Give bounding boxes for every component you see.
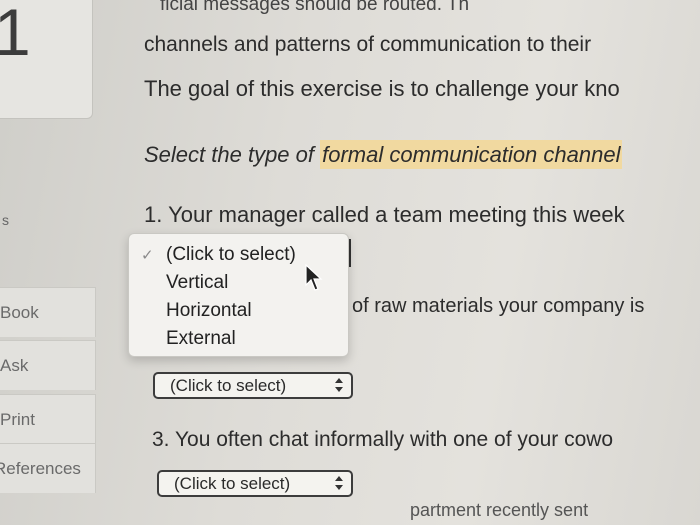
intro-text-line-1: ficial messages should be routed. Th [160,0,470,15]
intro-text-line-2: channels and patterns of communication t… [144,33,592,56]
sidebar-item-ask[interactable]: Ask [0,340,96,390]
question-1-text: 1. Your manager called a team meeting th… [144,202,625,227]
question-4-text: partment recently sent [410,500,589,520]
sidebar-item-label: Ask [0,356,29,375]
page: 1 s Book Ask Print References ficial mes… [0,0,700,525]
instruction-highlight: formal communication channel [320,140,623,169]
check-icon: ✓ [141,247,154,264]
question-2-text: of raw materials your company is [352,295,645,317]
mouse-pointer-icon [305,264,323,291]
sidebar-item-label: Book [0,303,39,322]
instruction-prefix: Select the type of [144,142,321,167]
sidebar-item-label: Print [0,410,35,429]
question-2-select[interactable]: (Click to select) [153,372,353,399]
question-3-text: 3. You often chat informally with one of… [152,428,614,451]
sidebar-item-label: References [0,459,81,478]
chapter-number: 1 [0,0,31,69]
dropdown-option-horizontal[interactable]: Horizontal [166,300,252,322]
select-value: (Click to select) [174,474,291,493]
sidebar: 1 s Book Ask Print References [0,0,100,525]
updown-arrows-icon [335,476,343,490]
updown-arrows-icon [335,378,343,392]
sidebar-item-references[interactable]: References [0,443,96,493]
question-1-dropdown-menu[interactable]: ✓ (Click to select) Vertical Horizontal … [128,233,349,357]
dropdown-option-vertical[interactable]: Vertical [166,272,228,294]
exercise-goal-text: The goal of this exercise is to challeng… [144,76,620,101]
question-3-select[interactable]: (Click to select) [157,470,353,497]
dropdown-option-external[interactable]: External [166,328,236,350]
sidebar-fragment: s [2,212,9,228]
sidebar-item-print[interactable]: Print [0,394,96,444]
sidebar-item-book[interactable]: Book [0,287,96,337]
exercise-instruction: Select the type of formal communication … [144,140,623,169]
chapter-number-tile[interactable]: 1 [0,0,93,119]
select-value: (Click to select) [170,376,287,395]
dropdown-option-click-to-select[interactable]: (Click to select) [166,244,296,266]
question-1-select-edge[interactable] [349,239,351,267]
